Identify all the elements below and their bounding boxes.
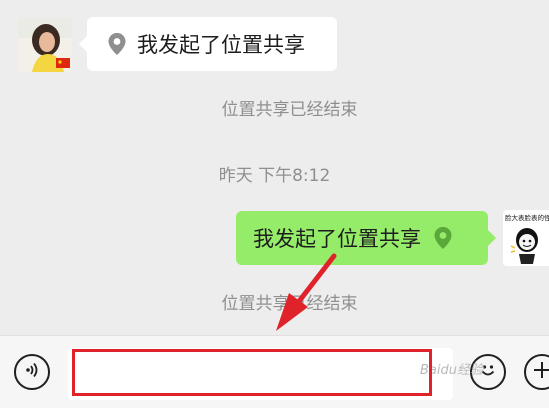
my-avatar[interactable]: 脸大表脸表的怪	[503, 210, 549, 266]
system-notice: 位置共享已经结束	[221, 294, 358, 314]
more-button[interactable]	[524, 354, 549, 390]
contact-avatar[interactable]	[18, 18, 72, 72]
sent-message-bubble[interactable]: 我发起了位置共享	[236, 211, 496, 265]
received-message-text: 我发起了位置共享	[137, 33, 305, 57]
avatar-caption: 脸大表脸表的怪	[505, 213, 549, 222]
received-message-bubble[interactable]: 我发起了位置共享	[79, 17, 337, 71]
location-pin-icon	[431, 226, 455, 250]
plus-icon	[532, 360, 549, 384]
location-pin-icon	[105, 32, 129, 56]
voice-button[interactable]	[14, 354, 50, 390]
annotation-highlight-box	[72, 349, 432, 396]
sent-message-text: 我发起了位置共享	[253, 227, 421, 251]
system-notice: 位置共享已经结束	[221, 100, 358, 120]
voice-icon	[22, 360, 42, 384]
timestamp: 昨天 下午8:12	[218, 166, 331, 186]
chat-area[interactable]: 我发起了位置共享 位置共享已经结束 昨天 下午8:12 我发起了位置共享 脸大表…	[0, 0, 549, 335]
